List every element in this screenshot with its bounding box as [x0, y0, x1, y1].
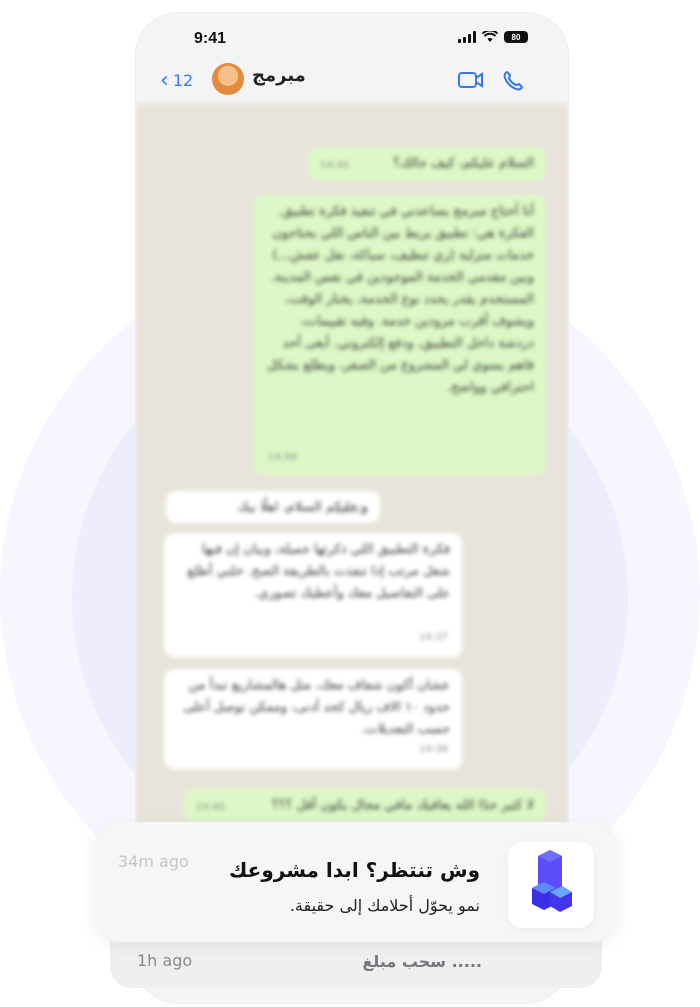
message-time: 15:02: [336, 505, 365, 516]
status-bar: 9:41 80: [136, 13, 568, 63]
video-call-icon[interactable]: [458, 71, 484, 89]
back-button[interactable]: ‹ 12: [160, 67, 194, 93]
message-incoming[interactable]: فكرة التطبيق اللي ذكرتها جميلة، وبيان إن…: [164, 533, 462, 657]
message-outgoing[interactable]: أنا أحتاج مبرمج يساعدني في تنفيذ فكرة تط…: [254, 195, 546, 475]
chat-header: ‹ 12 مبرمج: [136, 63, 568, 103]
message-incoming[interactable]: و عليكم السلام، اهلًا بيك 15:02: [166, 491, 380, 523]
message-outgoing[interactable]: لا كثير جدًا الله يعافيك مافي مجال يكون …: [184, 789, 546, 821]
message-text: أنا أحتاج مبرمج يساعدني في تنفيذ فكرة تط…: [266, 204, 534, 395]
notification-back-time: 1h ago: [137, 951, 193, 970]
battery-icon: 80: [504, 31, 528, 43]
message-time: 14:37: [419, 632, 448, 643]
notification-back-text: سحب مبلغ .....: [362, 952, 482, 971]
phone-call-icon[interactable]: [502, 70, 524, 92]
message-time: 14:38: [419, 744, 448, 755]
app-icon: [508, 842, 594, 928]
avatar[interactable]: [212, 63, 244, 95]
notification-subtitle: نمو يحوّل أحلامك إلى حقيقة.: [289, 896, 480, 915]
message-text: عشان أكون شفاف معك، مثل هالمشاريع تبدأ م…: [183, 678, 450, 737]
notification-time: 34m ago: [118, 852, 189, 871]
cube-logo-icon: [532, 850, 572, 912]
battery-level: 80: [511, 32, 521, 42]
message-text: السلام عليكم، كيف حالك؟: [393, 156, 534, 171]
message-outgoing[interactable]: السلام عليكم، كيف حالك؟ 14:40: [308, 147, 546, 181]
message-text: فكرة التطبيق اللي ذكرتها جميلة، وبيان إن…: [187, 542, 450, 601]
notification-title: وش تنتظر؟ ابدا مشروعك: [229, 858, 480, 882]
status-icons: 80: [458, 31, 528, 43]
contact-name[interactable]: مبرمج: [252, 65, 306, 86]
message-incoming[interactable]: عشان أكون شفاف معك، مثل هالمشاريع تبدأ م…: [164, 669, 462, 769]
back-count: 12: [172, 71, 194, 90]
message-time: 14:58: [268, 452, 297, 463]
message-time: 14:40: [196, 802, 225, 813]
wifi-icon: [482, 31, 498, 42]
status-time: 9:41: [194, 30, 227, 47]
chevron-left-icon: ‹: [160, 67, 169, 93]
message-text: لا كثير جدًا الله يعافيك مافي مجال يكون …: [271, 798, 534, 813]
message-time: 14:40: [320, 160, 349, 171]
chat-area: السلام عليكم، كيف حالك؟ 14:40 أنا أحتاج …: [136, 103, 568, 833]
signal-icon: [458, 31, 476, 43]
